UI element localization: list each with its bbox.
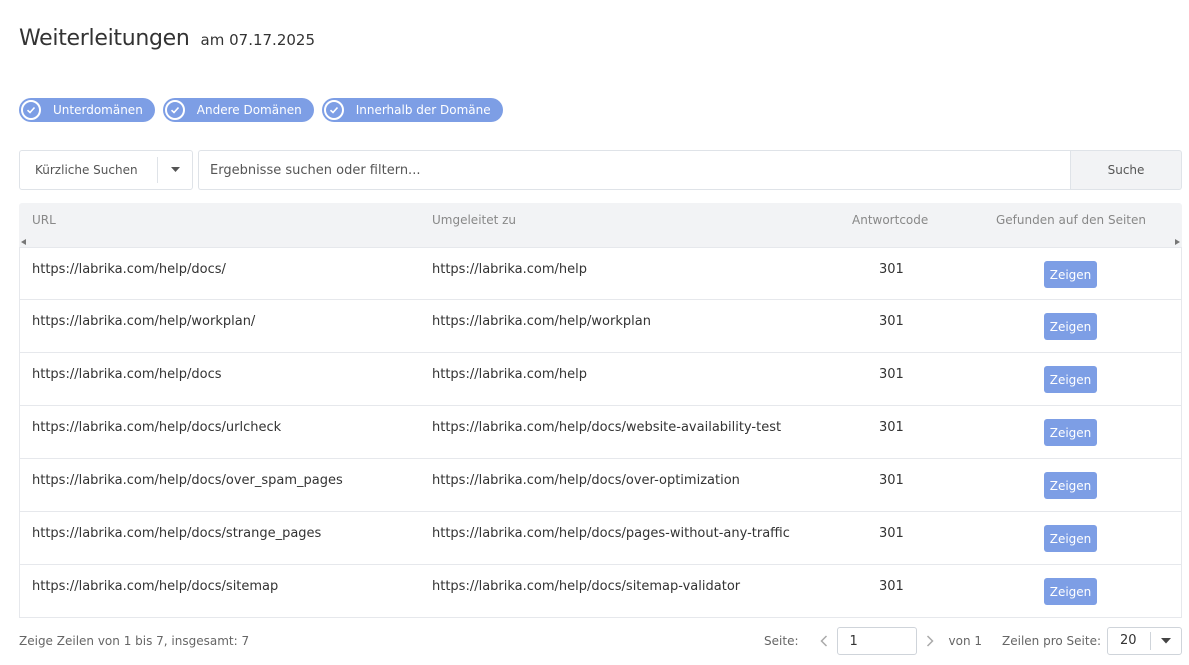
table-row: https://labrika.com/help/docs/ https://l… [19,247,1182,300]
filter-chip-within-domain[interactable]: Innerhalb der Domäne [321,98,503,122]
show-button[interactable]: Zeigen [1044,472,1097,499]
cell-url: https://labrika.com/help/docs/over_spam_… [32,473,343,488]
table-row: https://labrika.com/help/docs https://la… [19,353,1182,406]
cell-code: 301 [879,367,904,382]
filter-chip-label: Unterdomänen [53,103,143,117]
cell-url: https://labrika.com/help/docs/sitemap [32,579,279,594]
rows-per-page-value: 20 [1108,632,1151,650]
chevron-down-icon [1151,638,1181,644]
filter-chip-subdomains[interactable]: Unterdomänen [19,98,155,122]
filter-chip-label: Andere Domänen [196,103,302,117]
table-body: https://labrika.com/help/docs/ https://l… [19,247,1182,618]
check-icon [21,100,41,120]
redirects-table: URL Umgeleitet zu Antwortcode Gefunden a… [19,203,1182,618]
cell-redirect: https://labrika.com/help/docs/over-optim… [432,473,740,488]
page-number-input[interactable] [836,627,917,655]
cell-redirect: https://labrika.com/help/docs/website-av… [432,420,782,435]
show-button[interactable]: Zeigen [1044,578,1097,605]
page-header: Weiterleitungen am 07.17.2025 [19,26,315,51]
show-button[interactable]: Zeigen [1044,525,1097,552]
table-row: https://labrika.com/help/workplan/ https… [19,300,1182,353]
filter-chips: Unterdomänen Andere Domänen Innerhalb de… [19,98,503,122]
rows-per-page-label: Zeilen pro Seite: [1002,634,1101,648]
cell-url: https://labrika.com/help/docs/strange_pa… [32,526,322,541]
pagination: Seite: von 1 Zeilen pro Seite: 20 [764,627,1182,655]
scroll-left-icon[interactable] [21,239,26,245]
filter-chip-label: Innerhalb der Domäne [355,103,491,117]
cell-redirect: https://labrika.com/help/workplan [432,314,651,329]
cell-code: 301 [879,526,904,541]
cell-redirect: https://labrika.com/help/docs/pages-with… [432,526,790,541]
cell-url: https://labrika.com/help/docs [32,367,222,382]
column-header-url[interactable]: URL [32,213,56,227]
check-icon [164,100,185,120]
column-header-code[interactable]: Antwortcode [852,213,928,227]
cell-url: https://labrika.com/help/workplan/ [32,314,256,329]
cell-code: 301 [879,579,904,594]
chevron-right-icon[interactable] [923,635,937,647]
column-header-found[interactable]: Gefunden auf den Seiten [996,213,1146,227]
chevron-left-icon[interactable] [817,635,831,647]
rows-per-page-select[interactable]: 20 [1107,627,1182,655]
page-label: Seite: [764,634,799,648]
cell-code: 301 [879,314,904,329]
table-row: https://labrika.com/help/docs/over_spam_… [19,459,1182,512]
table-row: https://labrika.com/help/docs/urlcheck h… [19,406,1182,459]
cell-redirect: https://labrika.com/help/docs/sitemap-va… [432,579,741,594]
horizontal-scrollbar[interactable] [19,237,1182,247]
cell-url: https://labrika.com/help/docs/ [32,262,226,277]
cell-code: 301 [879,262,904,277]
table-footer: Zeige Zeilen von 1 bis 7, insgesamt: 7 S… [19,627,1182,655]
recent-searches-label: Kürzliche Suchen [20,157,158,183]
table-row: https://labrika.com/help/docs/sitemap ht… [19,565,1182,618]
recent-searches-dropdown[interactable]: Kürzliche Suchen [19,150,193,190]
cell-code: 301 [879,420,904,435]
chevron-down-icon [158,167,192,173]
check-icon [323,100,344,120]
rows-info: Zeige Zeilen von 1 bis 7, insgesamt: 7 [19,634,250,648]
search-button[interactable]: Suche [1070,150,1182,190]
table-row: https://labrika.com/help/docs/strange_pa… [19,512,1182,565]
page-total: von 1 [948,634,983,648]
table-header: URL Umgeleitet zu Antwortcode Gefunden a… [19,203,1182,237]
cell-redirect: https://labrika.com/help [432,262,588,277]
report-date: am 07.17.2025 [200,31,316,49]
column-header-redirect[interactable]: Umgeleitet zu [432,213,516,227]
cell-redirect: https://labrika.com/help [432,367,588,382]
page-title: Weiterleitungen [19,26,190,51]
scroll-right-icon[interactable] [1175,239,1180,245]
show-button[interactable]: Zeigen [1044,313,1097,340]
cell-url: https://labrika.com/help/docs/urlcheck [32,420,282,435]
show-button[interactable]: Zeigen [1044,366,1097,393]
show-button[interactable]: Zeigen [1044,419,1097,446]
show-button[interactable]: Zeigen [1044,261,1097,288]
filter-chip-other-domains[interactable]: Andere Domänen [162,98,314,122]
cell-code: 301 [879,473,904,488]
search-bar: Kürzliche Suchen Suche [19,150,1182,190]
search-input[interactable] [198,150,1070,190]
